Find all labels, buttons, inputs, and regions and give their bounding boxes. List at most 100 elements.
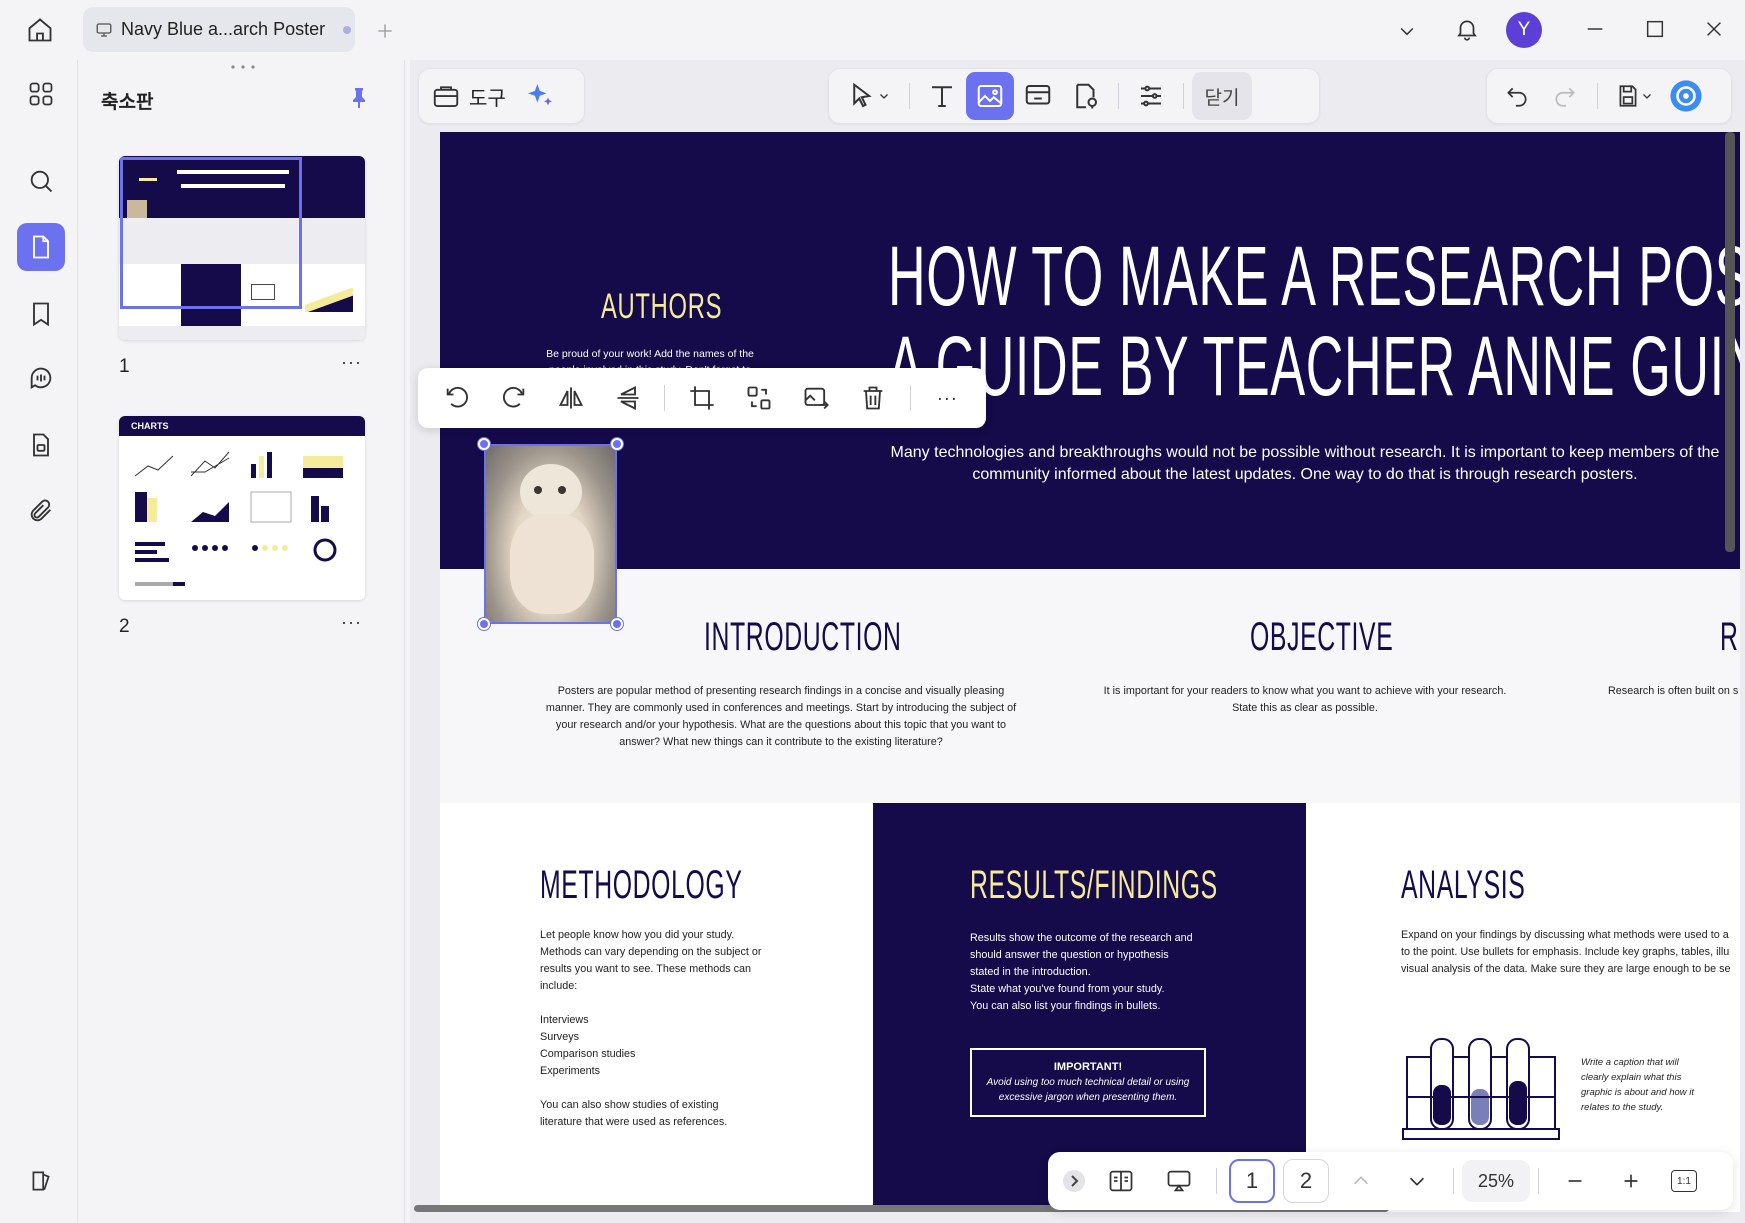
tools-button[interactable]: 도구 <box>431 81 506 111</box>
vertical-scrollbar[interactable] <box>1725 132 1735 552</box>
introduction-heading: INTRODUCTION <box>704 615 902 659</box>
maximize-icon[interactable] <box>1638 12 1672 46</box>
introduction-text: Posters are popular method of presenting… <box>545 685 1017 748</box>
important-text: Avoid using too much technical detail or… <box>986 1077 1190 1103</box>
apps-grid-icon[interactable] <box>17 70 65 118</box>
thumb-charts-heading: CHARTS <box>131 421 169 431</box>
page-canvas: AUTHORS Be proud of your work! Add the n… <box>440 132 1740 1212</box>
ai-assistant-icon[interactable] <box>1662 72 1710 120</box>
page-button-2[interactable]: 2 <box>1283 1159 1329 1203</box>
image-context-toolbar: ··· <box>418 368 986 428</box>
redo-icon[interactable] <box>1541 72 1589 120</box>
text-tool[interactable] <box>918 72 966 120</box>
presentation-icon <box>95 21 113 39</box>
methodology-text: Let people know how you did your study. … <box>540 929 762 1128</box>
undo-icon[interactable] <box>1493 72 1541 120</box>
resize-handle[interactable] <box>611 438 623 450</box>
toolbox-icon <box>433 86 459 107</box>
more-icon[interactable]: ··· <box>919 374 976 422</box>
history-toolbar <box>1486 68 1732 124</box>
flip-horizontal-icon[interactable] <box>542 374 599 422</box>
delete-icon[interactable] <box>845 374 902 422</box>
intro-band: INTRODUCTION Posters are popular method … <box>440 569 1740 803</box>
attachment-icon[interactable] <box>17 487 65 535</box>
results-text: Results show the outcome of the research… <box>970 932 1193 1012</box>
left-rail <box>0 60 78 1223</box>
page-layout-icon[interactable] <box>1092 1157 1150 1205</box>
close-icon[interactable] <box>1697 12 1731 46</box>
analysis-section: ANALYSIS Expand on your findings by disc… <box>1306 803 1740 1212</box>
ai-sparkle-icon[interactable] <box>524 80 556 112</box>
form-icon[interactable] <box>17 421 65 469</box>
bell-icon[interactable] <box>1448 10 1486 48</box>
link-tool[interactable] <box>1014 72 1062 120</box>
crop-icon[interactable] <box>673 374 730 422</box>
zoom-in-icon[interactable] <box>1603 1157 1659 1205</box>
replace-image-icon[interactable] <box>731 374 788 422</box>
authors-heading: AUTHORS <box>601 287 723 326</box>
unsaved-dot <box>343 25 352 34</box>
rotate-right-icon[interactable] <box>485 374 542 422</box>
bookmark-icon[interactable] <box>17 290 65 338</box>
tools-label: 도구 <box>469 87 506 110</box>
poster-hero: AUTHORS Be proud of your work! Add the n… <box>440 132 1740 569</box>
zoom-out-icon[interactable] <box>1547 1157 1603 1205</box>
tools-group: 도구 <box>418 68 585 124</box>
extract-image-icon[interactable] <box>788 374 845 422</box>
page-thumbnail-2[interactable]: CHARTS <box>119 416 365 600</box>
resize-handle[interactable] <box>478 438 490 450</box>
flip-vertical-icon[interactable] <box>599 374 656 422</box>
thumbnail-panel: 축소판 1 ··· CHARTS 2 ··· <box>79 60 405 1223</box>
edit-toolbar: 닫기 <box>828 68 1320 124</box>
home-icon[interactable] <box>22 12 58 48</box>
resize-handle[interactable] <box>478 618 490 630</box>
more-icon[interactable]: ··· <box>341 352 362 373</box>
presentation-icon[interactable] <box>1150 1157 1208 1205</box>
previous-page-icon[interactable] <box>1333 1157 1389 1205</box>
zoom-level[interactable]: 25% <box>1462 1160 1530 1202</box>
hero-description: Many technologies and breakthroughs woul… <box>890 444 1720 483</box>
comment-icon[interactable] <box>17 354 65 402</box>
objective-text: It is important for your readers to know… <box>1103 685 1507 714</box>
avatar[interactable]: Y <box>1506 12 1542 48</box>
close-edit-button[interactable]: 닫기 <box>1192 72 1252 120</box>
chevron-down-icon[interactable] <box>1390 14 1424 48</box>
important-box: IMPORTANT! Avoid using too much technica… <box>970 1048 1206 1117</box>
panel-title: 축소판 <box>101 92 154 113</box>
next-page-icon[interactable] <box>1389 1157 1445 1205</box>
chevron-down-icon <box>1643 94 1651 99</box>
rotate-left-icon[interactable] <box>428 374 485 422</box>
save-icon[interactable] <box>1606 72 1662 120</box>
page-thumbnail-1[interactable] <box>119 156 365 340</box>
fit-label: 1:1 <box>1671 1170 1697 1192</box>
drag-handle[interactable] <box>229 64 257 70</box>
collapse-bar-icon[interactable] <box>1056 1157 1092 1205</box>
viewport-indicator[interactable] <box>120 157 302 309</box>
page-navigation-bar: 1 2 25% 1:1 <box>1048 1152 1733 1210</box>
analysis-heading: ANALYSIS <box>1401 863 1526 907</box>
resize-handle[interactable] <box>611 618 623 630</box>
methodology-section: METHODOLOGY Let people know how you did … <box>440 803 873 1212</box>
select-tool[interactable] <box>837 72 901 120</box>
minimize-icon[interactable] <box>1578 12 1612 46</box>
pin-icon[interactable] <box>343 80 375 116</box>
methodology-heading: METHODOLOGY <box>540 863 743 907</box>
image-tool[interactable] <box>966 72 1014 120</box>
actual-size-button[interactable]: 1:1 <box>1659 1157 1709 1205</box>
related-heading: R <box>1720 615 1739 659</box>
thumb-charts-grid <box>134 451 343 586</box>
layers-icon[interactable] <box>17 1157 65 1205</box>
search-icon[interactable] <box>17 157 65 205</box>
thumbnails-icon[interactable] <box>17 223 65 271</box>
document-tab[interactable]: Navy Blue a...arch Poster <box>83 7 355 52</box>
more-icon[interactable]: ··· <box>341 612 362 633</box>
properties-icon[interactable] <box>1127 72 1175 120</box>
page-button-1[interactable]: 1 <box>1229 1159 1275 1203</box>
poster-title-line-1: HOW TO MAKE A RESEARCH POSTER <box>888 229 1740 323</box>
poster-title-line-2: A GUIDE BY TEACHER ANNE GUINTO <box>888 319 1740 413</box>
selected-image[interactable] <box>478 438 623 630</box>
page-number-1: 1 <box>119 356 130 377</box>
important-title: IMPORTANT! <box>1053 1061 1123 1073</box>
new-tab-icon[interactable] <box>368 14 402 48</box>
stamp-tool[interactable] <box>1062 72 1110 120</box>
